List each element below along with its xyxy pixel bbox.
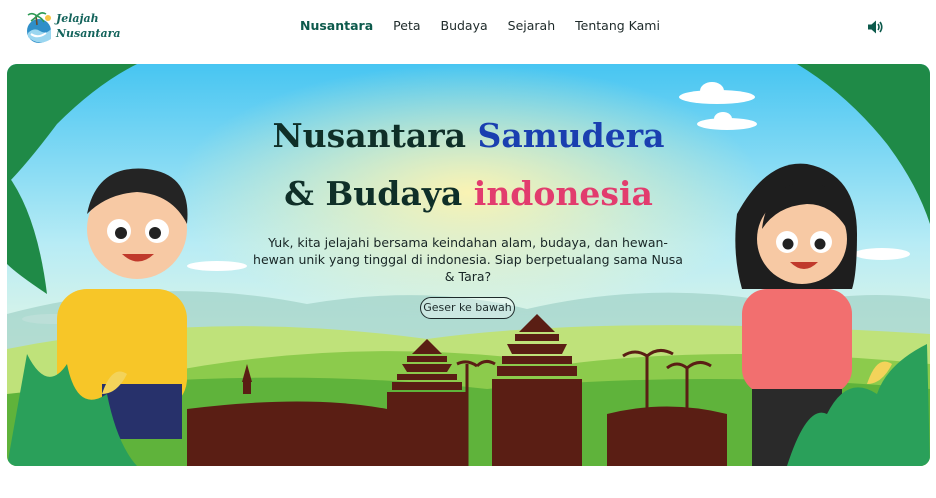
hero-description: Yuk, kita jelajahi bersama keindahan ala…	[253, 235, 683, 284]
nav-item-nusantara[interactable]: Nusantara	[300, 18, 373, 33]
brand-logo[interactable]: Jelajah Nusantara	[24, 9, 124, 47]
speaker-icon[interactable]	[866, 18, 884, 36]
main-nav: Nusantara Peta Budaya Sejarah Tentang Ka…	[300, 18, 680, 33]
title-word-indonesia: indonesia	[473, 174, 653, 213]
hero-title-line2: & Budaya indonesia	[7, 174, 930, 213]
wave-island-logo-icon	[27, 12, 51, 43]
title-word-budaya: & Budaya	[284, 174, 463, 213]
title-word-nusantara: Nusantara	[272, 116, 467, 155]
navbar: Jelajah Nusantara Nusantara Peta Budaya …	[0, 0, 936, 56]
nav-item-peta[interactable]: Peta	[393, 18, 420, 33]
brand-line2: Nusantara	[56, 27, 121, 40]
title-word-samudera: Samudera	[477, 116, 665, 155]
nav-item-sejarah[interactable]: Sejarah	[508, 18, 555, 33]
hero-banner: Nusantara Samudera & Budaya indonesia Yu…	[7, 64, 930, 466]
hero-title-line1: Nusantara Samudera	[7, 116, 930, 155]
scroll-down-button[interactable]: Geser ke bawah	[420, 297, 515, 319]
nav-item-budaya[interactable]: Budaya	[441, 18, 488, 33]
brand-line1: Jelajah	[56, 12, 99, 25]
nav-item-tentang-kami[interactable]: Tentang Kami	[575, 18, 660, 33]
